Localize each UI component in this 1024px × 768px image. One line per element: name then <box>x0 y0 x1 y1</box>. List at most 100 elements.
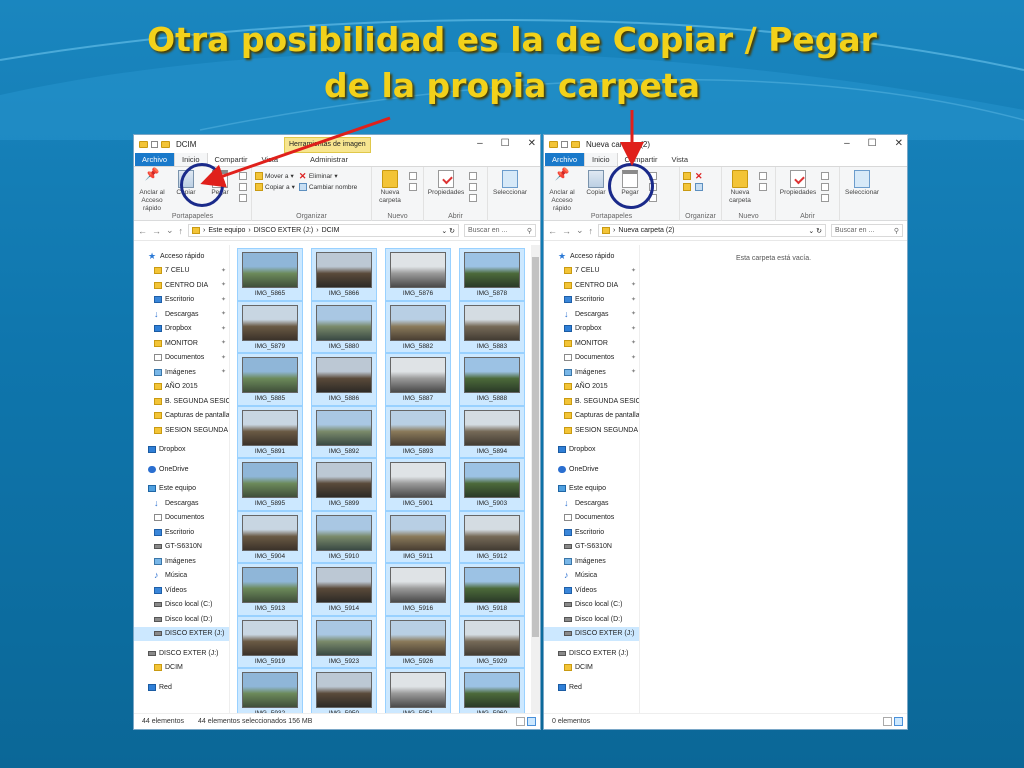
properties-quick-icon[interactable] <box>561 140 568 148</box>
nav-item[interactable]: Documentos <box>544 511 639 526</box>
nav-item[interactable]: Dropbox <box>544 443 639 458</box>
move-to-icon[interactable] <box>683 172 691 180</box>
up-arrow-icon[interactable]: ↑ <box>589 226 594 236</box>
nav-item[interactable]: Capturas de pantalla <box>134 409 229 424</box>
file-thumbnail[interactable]: IMG_5891 <box>237 405 303 458</box>
nav-item[interactable]: Escritorio <box>544 525 639 540</box>
up-arrow-icon[interactable]: ↑ <box>179 226 184 236</box>
copy-to-button[interactable]: Copiar a ▾ <box>255 183 295 191</box>
breadcrumb-nueva-carpeta[interactable]: Nueva carpeta (2) <box>618 227 674 234</box>
nav-item[interactable]: Imágenes <box>134 554 229 569</box>
file-thumbnail[interactable]: IMG_5951 <box>385 668 451 713</box>
copy-to-icon[interactable] <box>683 183 691 191</box>
nav-item[interactable]: Imágenes ✦ <box>134 365 229 380</box>
history-icon[interactable] <box>469 194 477 202</box>
nav-item[interactable]: Vídeos <box>544 583 639 598</box>
refresh-icon[interactable]: ⌄ ↻ <box>441 227 455 235</box>
nav-item[interactable]: Documentos ✦ <box>544 351 639 366</box>
path-box[interactable]: › Nueva carpeta (2) ⌄ ↻ <box>598 224 826 237</box>
nav-item[interactable]: 7 CELU ✦ <box>134 264 229 279</box>
forward-arrow-icon[interactable]: → <box>562 226 571 236</box>
file-thumbnail[interactable]: IMG_5914 <box>311 563 377 616</box>
nav-item[interactable]: GT-S6310N <box>544 540 639 555</box>
nav-item[interactable]: CENTRO DIA ✦ <box>134 278 229 293</box>
search-input[interactable]: Buscar en ... ⚲ <box>464 224 536 237</box>
nav-item[interactable]: ★ Acceso rápido <box>134 249 229 264</box>
edit-icon[interactable] <box>469 183 477 191</box>
new-folder-quick-icon[interactable] <box>161 140 170 148</box>
nav-item[interactable]: Dropbox ✦ <box>544 322 639 337</box>
paste-shortcut-icon[interactable] <box>239 194 247 202</box>
file-thumbnail[interactable]: IMG_5893 <box>385 405 451 458</box>
nav-item[interactable]: Disco local (D:) <box>134 612 229 627</box>
file-thumbnail[interactable]: IMG_5911 <box>385 510 451 563</box>
tab-inicio[interactable]: Inicio <box>584 152 618 166</box>
details-view-icon[interactable] <box>883 717 892 726</box>
file-thumbnail[interactable]: IMG_5918 <box>459 563 525 616</box>
nav-item[interactable]: Documentos <box>134 511 229 526</box>
open-icon[interactable] <box>469 172 477 180</box>
recent-chevron-icon[interactable]: ⌄ <box>576 225 584 236</box>
delete-button[interactable]: ✕ Eliminar ▾ <box>299 172 357 181</box>
nav-item[interactable]: DISCO EXTER (J:) <box>134 626 229 641</box>
file-thumbnail[interactable]: IMG_5913 <box>237 563 303 616</box>
maximize-button[interactable]: ☐ <box>501 138 510 149</box>
file-thumbnail[interactable]: IMG_5885 <box>237 353 303 406</box>
nav-item[interactable]: AÑO 2015 <box>544 380 639 395</box>
nav-item[interactable]: ★ Acceso rápido <box>544 249 639 264</box>
path-box[interactable]: › Este equipo › DISCO EXTER (J:) › DCIM … <box>188 224 459 237</box>
file-thumbnail[interactable]: IMG_5892 <box>311 405 377 458</box>
nav-item[interactable]: Este equipo <box>544 482 639 497</box>
forward-arrow-icon[interactable]: → <box>152 226 161 236</box>
nav-item[interactable]: 7 CELU ✦ <box>544 264 639 279</box>
tab-archivo[interactable]: Archivo <box>545 153 585 166</box>
nav-item[interactable]: ♪ Música <box>134 569 229 584</box>
nav-item[interactable]: OneDrive <box>134 462 229 477</box>
file-thumbnail[interactable]: IMG_5960 <box>459 668 525 713</box>
nav-item[interactable]: OneDrive <box>544 462 639 477</box>
details-view-icon[interactable] <box>516 717 525 726</box>
nav-item[interactable]: ↓ Descargas ✦ <box>134 307 229 322</box>
nav-item[interactable]: ↓ Descargas <box>544 496 639 511</box>
nav-item[interactable]: Imágenes <box>544 554 639 569</box>
breadcrumb-disco-exter[interactable]: DISCO EXTER (J:) <box>254 227 314 234</box>
nav-item[interactable]: DISCO EXTER (J:) <box>544 626 639 641</box>
nav-item[interactable]: Vídeos <box>134 583 229 598</box>
move-to-button[interactable]: Mover a ▾ <box>255 172 295 180</box>
nav-item[interactable]: SESION SEGUNDA <box>134 423 229 438</box>
nav-item[interactable]: Dropbox <box>134 443 229 458</box>
file-thumbnail[interactable]: IMG_5916 <box>385 563 451 616</box>
history-icon[interactable] <box>821 194 829 202</box>
nav-item[interactable]: CENTRO DIA ✦ <box>544 278 639 293</box>
file-thumbnail[interactable]: IMG_5880 <box>311 300 377 353</box>
easy-access-icon[interactable] <box>759 183 767 191</box>
nav-item[interactable]: Documentos ✦ <box>134 351 229 366</box>
delete-icon[interactable]: ✕ <box>695 172 703 181</box>
tab-archivo[interactable]: Archivo <box>135 153 175 166</box>
file-thumbnail[interactable]: IMG_5926 <box>385 615 451 668</box>
file-thumbnail[interactable]: IMG_5912 <box>459 510 525 563</box>
tab-vista[interactable]: Vista <box>254 153 285 166</box>
nav-item[interactable]: ↓ Descargas <box>134 496 229 511</box>
recent-chevron-icon[interactable]: ⌄ <box>166 225 174 236</box>
properties-quick-icon[interactable] <box>151 140 158 148</box>
nav-item[interactable]: AÑO 2015 <box>134 380 229 395</box>
file-thumbnail[interactable]: IMG_5919 <box>237 615 303 668</box>
minimize-button[interactable]: – <box>477 138 483 149</box>
nav-item[interactable]: Disco local (C:) <box>134 598 229 613</box>
nav-item[interactable]: ♪ Música <box>544 569 639 584</box>
close-button[interactable]: ✕ <box>895 138 903 149</box>
file-thumbnail[interactable]: IMG_5903 <box>459 458 525 511</box>
file-thumbnail[interactable]: IMG_5910 <box>311 510 377 563</box>
nav-item[interactable]: B. SEGUNDA SESION <box>544 394 639 409</box>
nav-item[interactable]: Capturas de pantalla <box>544 409 639 424</box>
close-button[interactable]: ✕ <box>528 138 536 149</box>
file-thumbnail[interactable]: IMG_5882 <box>385 300 451 353</box>
tab-administrar[interactable]: Administrar <box>303 153 355 166</box>
nav-item[interactable]: Este equipo <box>134 482 229 497</box>
nav-item[interactable]: Escritorio <box>134 525 229 540</box>
file-thumbnail[interactable]: IMG_5866 <box>311 248 377 301</box>
select-button[interactable]: Seleccionar <box>491 170 529 221</box>
tab-compartir[interactable]: Compartir <box>208 153 255 166</box>
file-thumbnail[interactable]: IMG_5901 <box>385 458 451 511</box>
